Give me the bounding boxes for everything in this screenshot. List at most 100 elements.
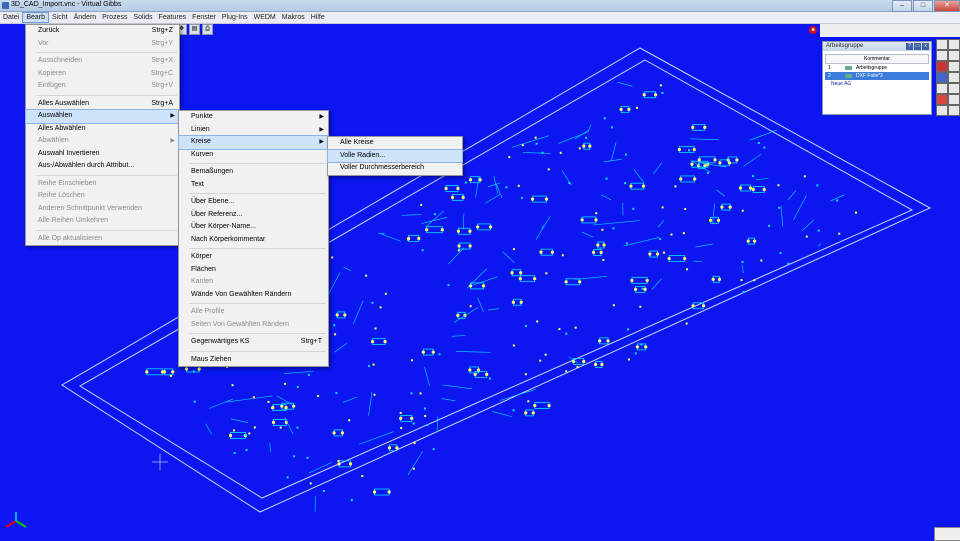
menu-features[interactable]: Features xyxy=(156,12,190,23)
column-header-comment[interactable]: Kommentar xyxy=(825,54,929,64)
panel-title: Arbeitsgruppe xyxy=(826,43,863,49)
menu-sicht[interactable]: Sicht xyxy=(49,12,71,23)
feature-icon[interactable] xyxy=(948,61,960,72)
cad-point xyxy=(385,293,387,295)
circles-menu-item-volle-radien[interactable]: Volle Radien... xyxy=(328,150,462,163)
cad-circle xyxy=(582,360,585,363)
select-menu-item-linien[interactable]: Linien▶ xyxy=(179,124,328,137)
panel-header: Arbeitsgruppe ? ▭ x xyxy=(823,42,931,51)
process-icon[interactable] xyxy=(936,72,948,83)
workgroup-row[interactable]: 2DXF Folie*2 xyxy=(825,72,929,80)
edit-menu-item-alles-auswahlen[interactable]: Alles AuswählenStrg+A xyxy=(26,98,179,111)
select-menu-item-nach-korperkommentar[interactable]: Nach Körperkommentar xyxy=(179,234,328,247)
edit-menu-item-aus-abwahlen-durch-attribut[interactable]: Aus-/Abwählen durch Attribut... xyxy=(26,160,179,173)
close-button[interactable]: ✕ xyxy=(934,0,960,12)
cad-circle xyxy=(654,93,657,96)
menu-item-label: Auswählen xyxy=(38,112,72,119)
select-menu-item-text[interactable]: Text xyxy=(179,179,328,192)
cad-point xyxy=(560,152,562,154)
cad-point xyxy=(635,352,637,354)
stop-icon[interactable]: ■ xyxy=(809,26,817,34)
layers-icon[interactable] xyxy=(948,72,960,83)
tool-icon[interactable] xyxy=(936,83,948,94)
cad-point xyxy=(778,207,780,209)
select-menu-item-uber-ebene[interactable]: Über Ebene... xyxy=(179,196,328,209)
panel-help-icon[interactable]: ? xyxy=(906,43,913,50)
select-menu-item-punkte[interactable]: Punkte▶ xyxy=(179,111,328,124)
cad-point xyxy=(632,208,634,210)
circles-menu-item-alle-kreise[interactable]: Alle Kreise xyxy=(328,137,462,150)
cad-circle xyxy=(425,228,428,231)
cad-point xyxy=(420,204,422,206)
menu-plug-ins[interactable]: Plug-Ins xyxy=(219,12,251,23)
menu-item-label: Seiten Von Gewählten Rändern xyxy=(191,321,289,328)
menu-solids[interactable]: Solids xyxy=(130,12,155,23)
solids-icon[interactable] xyxy=(936,61,948,72)
select-menu-item-gegenwartiges-ks[interactable]: Gegenwärtiges KSStrg+T xyxy=(179,336,328,349)
menu-makros[interactable]: Makros xyxy=(279,12,308,23)
menu-prozess[interactable]: Prozess xyxy=(99,12,130,23)
cad-circle xyxy=(332,431,335,434)
new-workgroup-link[interactable]: Neue AG xyxy=(831,81,931,87)
cad-circle xyxy=(551,251,554,254)
select-menu-item-kurven[interactable]: Kurven xyxy=(179,149,328,162)
workgroup-panel: Arbeitsgruppe ? ▭ x Kommentar 1Arbeitsgr… xyxy=(822,41,932,115)
cad-point xyxy=(254,426,256,428)
surface-icon[interactable] xyxy=(948,50,960,61)
cad-circle xyxy=(512,301,515,304)
edit-menu-item-anderen-schnittpunkt-verwenden: Anderen Schnittpunkt Verwenden xyxy=(26,203,179,216)
panel-pin-icon[interactable]: ▭ xyxy=(914,43,921,50)
cad-circle xyxy=(629,185,632,188)
cad-circle xyxy=(280,405,283,408)
edit-menu-item-zuruck[interactable]: ZurückStrg+Z xyxy=(26,25,179,38)
machine-icon[interactable] xyxy=(948,94,960,105)
menu-datei[interactable]: Datei xyxy=(0,12,22,23)
print-icon[interactable]: ⎙ xyxy=(202,24,213,35)
menu-item-label: Reihe Einschieben xyxy=(38,180,96,187)
color-icon[interactable] xyxy=(936,94,948,105)
menu-fenster[interactable]: Fenster xyxy=(189,12,219,23)
edit-menu-item-alles-abwahlen[interactable]: Alles Abwählen xyxy=(26,123,179,136)
select-menu-item-uber-referenz[interactable]: Über Referenz... xyxy=(179,209,328,222)
menu-bearb[interactable]: Bearb xyxy=(22,12,49,23)
edit-menu-item-auswahl-invertieren[interactable]: Auswahl Invertieren xyxy=(26,148,179,161)
status-box[interactable] xyxy=(934,527,960,541)
measure-icon[interactable] xyxy=(936,105,948,116)
view-iso-icon[interactable] xyxy=(948,39,960,50)
cad-circle xyxy=(594,218,597,221)
select-menu-item-kreise[interactable]: Kreise▶ xyxy=(179,136,328,149)
camera-icon[interactable] xyxy=(948,83,960,94)
menu-andern[interactable]: Ändern xyxy=(71,12,100,23)
circles-menu-item-voller-durchmesserbereich[interactable]: Voller Durchmesserbereich xyxy=(328,162,462,175)
cad-point xyxy=(818,230,820,232)
misc-icon[interactable] xyxy=(948,105,960,116)
select-menu-item-korper[interactable]: Körper xyxy=(179,251,328,264)
save-icon[interactable]: ▤ xyxy=(189,24,200,35)
view-top-icon[interactable] xyxy=(936,39,948,50)
select-menu-item-bema-ungen[interactable]: Bemaßungen xyxy=(179,166,328,179)
minimize-button[interactable]: – xyxy=(892,0,912,12)
cad-point xyxy=(562,254,564,256)
cad-circle xyxy=(643,288,646,291)
cad-circle xyxy=(444,187,447,190)
workgroup-row[interactable]: 1Arbeitsgruppe xyxy=(825,64,929,72)
cad-point xyxy=(545,272,547,274)
edit-menu-item-ausschneiden: AusschneidenStrg+X xyxy=(26,55,179,68)
cad-point xyxy=(565,333,567,335)
geometry-icon[interactable] xyxy=(936,50,948,61)
edit-menu-item-auswahlen[interactable]: Auswählen▶ xyxy=(26,110,179,123)
cad-point xyxy=(568,182,570,184)
menu-wedm[interactable]: WEDM xyxy=(251,12,279,23)
select-menu-item-maus-ziehen[interactable]: Maus Ziehen xyxy=(179,354,328,367)
menu-separator xyxy=(36,175,177,176)
maximize-button[interactable]: □ xyxy=(913,0,933,12)
cad-point xyxy=(611,126,613,128)
select-menu-item-flachen[interactable]: Flächen xyxy=(179,264,328,277)
select-menu-item-wande-von-gewahlten-randern[interactable]: Wände Von Gewählten Rändern xyxy=(179,289,328,302)
panel-close-icon[interactable]: x xyxy=(922,43,929,50)
menu-hilfe[interactable]: Hilfe xyxy=(308,12,328,23)
select-menu-item-uber-korper-name[interactable]: Über Körper-Name... xyxy=(179,221,328,234)
cad-circle xyxy=(702,304,705,307)
cad-circle xyxy=(582,145,585,148)
cad-circle xyxy=(752,188,755,191)
